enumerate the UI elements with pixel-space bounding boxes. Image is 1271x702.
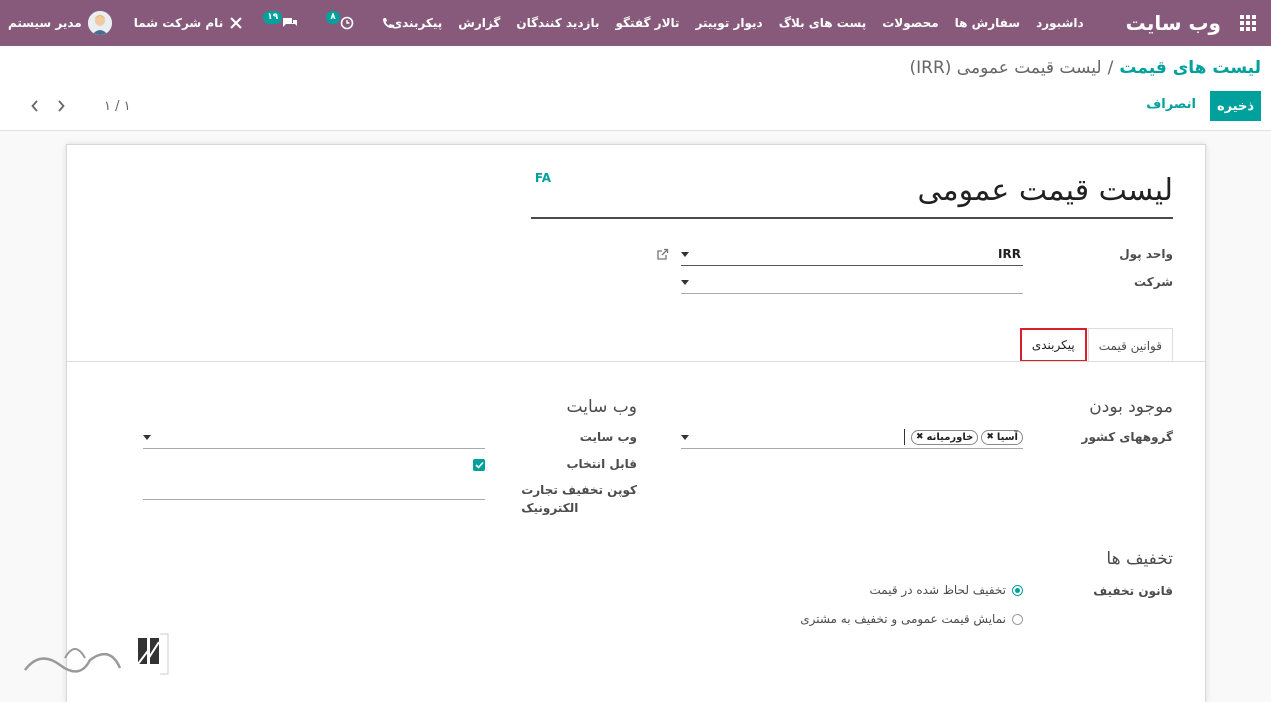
chat-icon[interactable] [282, 16, 298, 30]
pricelist-name-input[interactable]: لیست قیمت عمومی [531, 173, 1173, 219]
top-navbar: وب سایت داشبورد سفارش ها محصولات پست های… [0, 0, 1271, 46]
company-switcher[interactable]: نام شرکت شما [134, 16, 223, 30]
systray: مدیر سیستم نام شرکت شما ۱۹ ۸ [8, 0, 394, 46]
currency-value: IRR [998, 247, 1021, 261]
chevron-left-icon[interactable] [22, 96, 48, 116]
remove-tag-icon[interactable]: ✖ [916, 432, 924, 442]
country-groups-label: گروههای کشور [1081, 430, 1173, 444]
user-name[interactable]: مدیر سیستم [8, 16, 82, 30]
external-link-icon[interactable] [656, 248, 669, 264]
menu-item-reporting[interactable]: گزارش [450, 16, 508, 30]
website-group-title: وب سایت [566, 397, 637, 417]
menu-item-dashboard[interactable]: داشبورد [1028, 16, 1092, 30]
discount-option-show[interactable]: نمایش قیمت عمومی و تخفیف به مشتری [800, 612, 1023, 626]
chevron-right-icon[interactable] [48, 96, 74, 116]
form-sheet: FA لیست قیمت عمومی واحد پول IRR شرکت قوا… [66, 144, 1206, 702]
menu-item-products[interactable]: محصولات [874, 16, 946, 30]
selectable-checkbox[interactable] [473, 459, 485, 471]
menu-item-visitors[interactable]: بازدید کنندگان [508, 16, 607, 30]
availability-title: موجود بودن [1089, 397, 1173, 417]
radio-selected[interactable] [1012, 584, 1023, 596]
discount-option-included[interactable]: تخفیف لحاظ شده در قیمت [870, 583, 1023, 597]
tabs-divider [67, 361, 1205, 362]
menu-item-orders[interactable]: سفارش ها [947, 16, 1028, 30]
chevron-down-icon [681, 280, 689, 285]
selectable-label: قابل انتخاب [566, 457, 638, 471]
country-groups-input[interactable]: آسیا ✖ خاورمیانه ✖ [681, 425, 1023, 449]
country-group-tag: آسیا ✖ [981, 429, 1023, 445]
company-label: شرکت [1134, 275, 1173, 289]
pager: ۱ / ۱ [22, 96, 131, 116]
activities-badge: ۸ [326, 10, 340, 24]
currency-select[interactable]: IRR [681, 242, 1023, 266]
chevron-down-icon [681, 252, 689, 257]
tools-icon[interactable] [229, 16, 243, 30]
coupon-input[interactable] [143, 476, 485, 500]
country-group-tag: خاورمیانه ✖ [911, 429, 979, 445]
breadcrumb-current: لیست قیمت عمومی (IRR) [909, 58, 1102, 78]
phone-icon[interactable] [382, 17, 394, 29]
messages-badge: ۱۹ [263, 10, 283, 24]
breadcrumb-separator: / [1107, 58, 1114, 78]
chevron-down-icon [143, 435, 151, 440]
save-button[interactable]: ذخیره [1210, 91, 1261, 121]
text-cursor [904, 429, 905, 445]
coupon-label: کوپن تخفیف تجارت الکترونیک [521, 483, 637, 515]
currency-label: واحد پول [1119, 247, 1173, 261]
breadcrumb: لیست های قیمت / لیست قیمت عمومی (IRR) [909, 58, 1261, 78]
menu-item-forum[interactable]: تالار گفتگو [607, 16, 687, 30]
website-select[interactable] [143, 425, 485, 449]
website-label: وب سایت [579, 430, 637, 444]
clock-icon[interactable] [340, 16, 354, 30]
radio-unselected[interactable] [1012, 613, 1023, 625]
menu-item-twitter-wall[interactable]: دیوار توییتر [688, 16, 771, 30]
avatar[interactable] [87, 11, 112, 35]
discard-button[interactable]: انصراف [1146, 97, 1196, 112]
watermark-logo [20, 630, 170, 680]
main-menu: داشبورد سفارش ها محصولات پست های بلاگ دی… [383, 16, 1092, 30]
check-icon [474, 461, 484, 469]
app-brand[interactable]: وب سایت [1126, 11, 1221, 35]
chevron-down-icon [681, 435, 689, 440]
pager-counter[interactable]: ۱ / ۱ [104, 99, 131, 114]
remove-tag-icon[interactable]: ✖ [986, 432, 994, 442]
apps-grid-icon[interactable] [1225, 0, 1271, 46]
discount-policy-label: قانون تخفیف [1093, 584, 1173, 598]
form-tabs: قوانین قیمت پیکربندی [1019, 328, 1173, 362]
menu-item-blog-posts[interactable]: پست های بلاگ [771, 16, 875, 30]
discounts-title: تخفیف ها [1106, 549, 1173, 569]
tab-price-rules[interactable]: قوانین قیمت [1087, 328, 1173, 362]
company-select[interactable] [681, 270, 1023, 294]
breadcrumb-parent[interactable]: لیست های قیمت [1119, 58, 1261, 78]
tab-configuration[interactable]: پیکربندی [1019, 328, 1087, 362]
